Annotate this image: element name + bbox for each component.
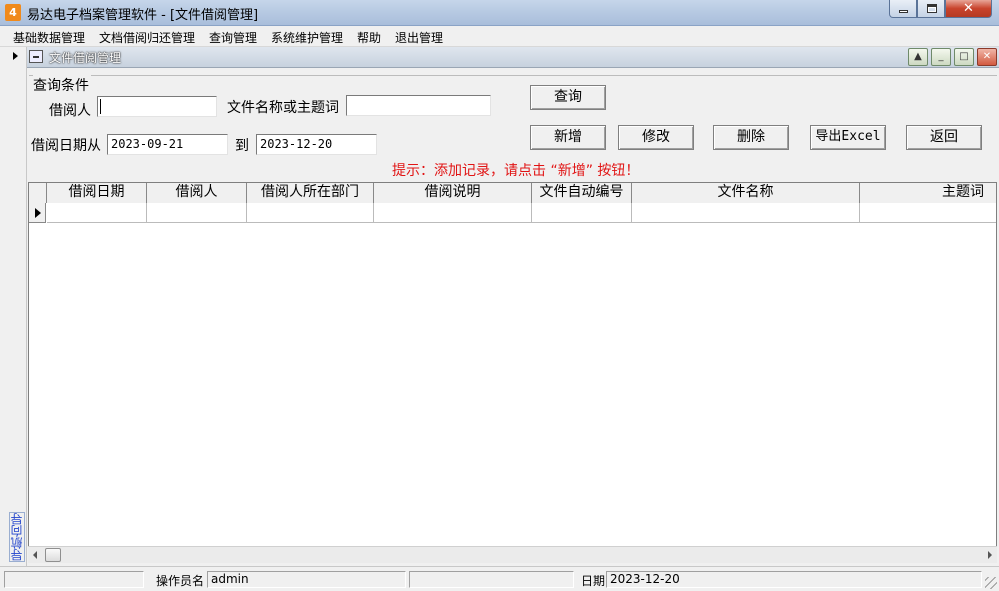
- window-titlebar: 4 易达电子档案管理软件 - [文件借阅管理] ✕: [0, 0, 999, 26]
- grid-cell[interactable]: [532, 203, 632, 223]
- child-window-titlebar: 文件借阅管理 ▲ _ □ ✕: [27, 47, 999, 68]
- column-header-description[interactable]: 借阅说明: [374, 183, 532, 203]
- grid-header: 借阅日期 借阅人 借阅人所在部门 借阅说明 文件自动编号 文件名称 主题词: [29, 183, 996, 203]
- column-header-borrow-date[interactable]: 借阅日期: [47, 183, 147, 203]
- date-from-field[interactable]: 2023-09-21: [107, 134, 228, 155]
- menu-help[interactable]: 帮助: [357, 29, 381, 46]
- date-value: 2023-12-20: [610, 572, 680, 586]
- menu-system[interactable]: 系统维护管理: [271, 29, 343, 46]
- child-collapse-button[interactable]: ▲: [908, 48, 928, 66]
- edit-button[interactable]: 修改: [618, 125, 694, 150]
- filename-label: 文件名称或主题词: [227, 100, 339, 116]
- close-icon: ✕: [963, 1, 974, 16]
- resize-grip-icon[interactable]: [985, 577, 997, 589]
- grid-corner: [29, 183, 47, 203]
- child-minimize-button[interactable]: _: [931, 48, 951, 66]
- delete-button[interactable]: 删除: [713, 125, 789, 150]
- maximize-icon: [927, 4, 937, 13]
- column-header-borrower[interactable]: 借阅人: [147, 183, 247, 203]
- grid-cell[interactable]: [147, 203, 247, 223]
- menu-exit[interactable]: 退出管理: [395, 29, 443, 46]
- menu-bar: 基础数据管理 文档借阅归还管理 查询管理 系统维护管理 帮助 退出管理: [0, 26, 999, 47]
- maximize-icon: □: [959, 51, 969, 62]
- date-label: 日期: [581, 574, 606, 588]
- date-to-field[interactable]: 2023-12-20: [256, 134, 377, 155]
- date-from-label: 借阅日期从: [31, 138, 101, 154]
- column-header-keyword[interactable]: 主题词: [860, 183, 996, 203]
- grid-cell[interactable]: [374, 203, 532, 223]
- close-button[interactable]: ✕: [945, 0, 992, 18]
- operator-label: 操作员名: [156, 574, 205, 588]
- query-group-title: 查询条件: [33, 75, 91, 95]
- menu-query[interactable]: 查询管理: [209, 29, 257, 46]
- status-segment: [409, 571, 574, 588]
- hint-text: 提示：添加记录，请点击 “新增” 按钮！: [392, 163, 640, 179]
- borrow-management-panel: 查询条件 借阅人 文件名称或主题词 借阅日期从 2023-09-21 到 202…: [27, 68, 999, 566]
- column-header-file-name[interactable]: 文件名称: [632, 183, 860, 203]
- back-button[interactable]: 返回: [906, 125, 982, 150]
- borrower-label: 借阅人: [49, 103, 91, 119]
- window-title: 易达电子档案管理软件 - [文件借阅管理]: [27, 8, 259, 23]
- maximize-button[interactable]: [917, 0, 945, 18]
- nav-wizard-tab[interactable]: 导航向导: [9, 512, 25, 562]
- operator-value: admin: [211, 572, 249, 586]
- new-row-indicator[interactable]: [29, 203, 46, 223]
- column-header-department[interactable]: 借阅人所在部门: [247, 183, 374, 203]
- collapse-icon: ▲: [914, 51, 922, 62]
- date-to-label: 到: [235, 138, 249, 154]
- status-bar: 操作员名 admin 日期 2023-12-20: [0, 566, 999, 591]
- scroll-right-icon[interactable]: [988, 551, 992, 559]
- expand-arrow-icon[interactable]: [13, 52, 18, 60]
- borrow-records-grid[interactable]: 借阅日期 借阅人 借阅人所在部门 借阅说明 文件自动编号 文件名称 主题词: [28, 182, 997, 548]
- app-icon: 4: [5, 4, 21, 21]
- status-segment: [4, 571, 144, 588]
- child-close-button[interactable]: ✕: [977, 48, 997, 66]
- minimize-button[interactable]: [889, 0, 917, 18]
- horizontal-scrollbar[interactable]: [28, 546, 997, 563]
- grid-cell[interactable]: [860, 203, 996, 223]
- minimize-icon: _: [938, 51, 944, 62]
- query-button[interactable]: 查询: [530, 85, 606, 110]
- grid-cell[interactable]: [632, 203, 860, 223]
- minimize-icon: [899, 10, 908, 13]
- filename-input[interactable]: [346, 95, 491, 116]
- add-button[interactable]: 新增: [530, 125, 606, 150]
- child-window-title: 文件借阅管理: [49, 51, 122, 65]
- close-icon: ✕: [982, 51, 992, 62]
- grid-cell[interactable]: [247, 203, 374, 223]
- export-excel-button[interactable]: 导出Excel: [810, 125, 886, 150]
- scroll-left-icon[interactable]: [33, 551, 37, 559]
- child-system-menu-icon[interactable]: [29, 50, 43, 63]
- scroll-thumb[interactable]: [45, 548, 61, 562]
- grid-cell[interactable]: [47, 203, 147, 223]
- child-maximize-button[interactable]: □: [954, 48, 974, 66]
- menu-basic-data[interactable]: 基础数据管理: [13, 29, 85, 46]
- borrower-input[interactable]: [97, 96, 217, 117]
- nav-strip: [0, 47, 27, 566]
- menu-borrow-return[interactable]: 文档借阅归还管理: [99, 29, 195, 46]
- column-header-file-number[interactable]: 文件自动编号: [532, 183, 632, 203]
